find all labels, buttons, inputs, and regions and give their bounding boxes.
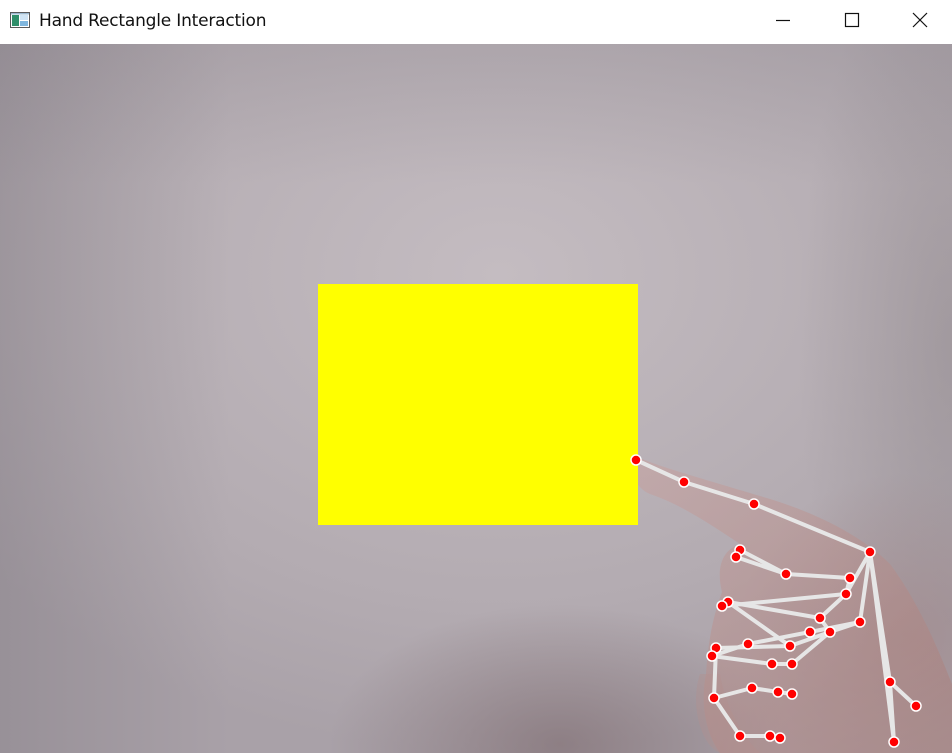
- landmark-connection: [710, 654, 774, 666]
- landmark-point: [716, 600, 728, 612]
- landmark-point: [734, 730, 746, 742]
- landmark-point: [742, 638, 754, 650]
- landmark-point: [746, 682, 758, 694]
- landmark-point: [766, 658, 778, 670]
- landmark-connection: [784, 572, 852, 580]
- landmark-point: [772, 686, 784, 698]
- maximize-button[interactable]: [818, 0, 886, 44]
- camera-feed: [0, 44, 952, 753]
- landmark-point: [910, 700, 922, 712]
- landmark-point: [730, 551, 742, 563]
- landmark-point: [780, 568, 792, 580]
- app-window: Hand Rectangle Interaction: [0, 0, 952, 753]
- minimize-button[interactable]: [749, 0, 817, 44]
- landmark-connection: [712, 686, 754, 700]
- landmark-connection: [712, 696, 742, 738]
- landmark-connection: [682, 480, 756, 506]
- landmark-point: [764, 730, 776, 742]
- landmark-point: [814, 612, 826, 624]
- landmark-connection: [868, 550, 896, 744]
- app-window-icon: [10, 12, 30, 28]
- landmark-connection: [720, 592, 848, 608]
- landmark-point: [844, 572, 856, 584]
- landmark-point: [888, 736, 900, 748]
- landmark-point: [784, 640, 796, 652]
- window-title: Hand Rectangle Interaction: [39, 11, 267, 31]
- landmark-point: [840, 588, 852, 600]
- title-bar[interactable]: Hand Rectangle Interaction: [0, 0, 952, 44]
- hand-landmarks: [630, 454, 922, 748]
- landmark-point: [786, 688, 798, 700]
- landmark-point: [706, 650, 718, 662]
- landmark-point: [774, 732, 786, 744]
- landmark-point: [678, 476, 690, 488]
- landmark-point: [804, 626, 816, 638]
- landmark-connection: [752, 502, 872, 554]
- landmark-point: [708, 692, 720, 704]
- landmark-point: [864, 546, 876, 558]
- close-icon: [912, 12, 928, 33]
- landmark-point: [884, 676, 896, 688]
- landmark-connection: [634, 458, 686, 484]
- maximize-icon: [844, 12, 860, 33]
- landmark-point: [630, 454, 642, 466]
- close-button[interactable]: [886, 0, 952, 44]
- landmark-point: [854, 616, 866, 628]
- landmark-point: [824, 626, 836, 638]
- landmark-point: [748, 498, 760, 510]
- landmark-point: [786, 658, 798, 670]
- minimize-icon: [775, 12, 791, 33]
